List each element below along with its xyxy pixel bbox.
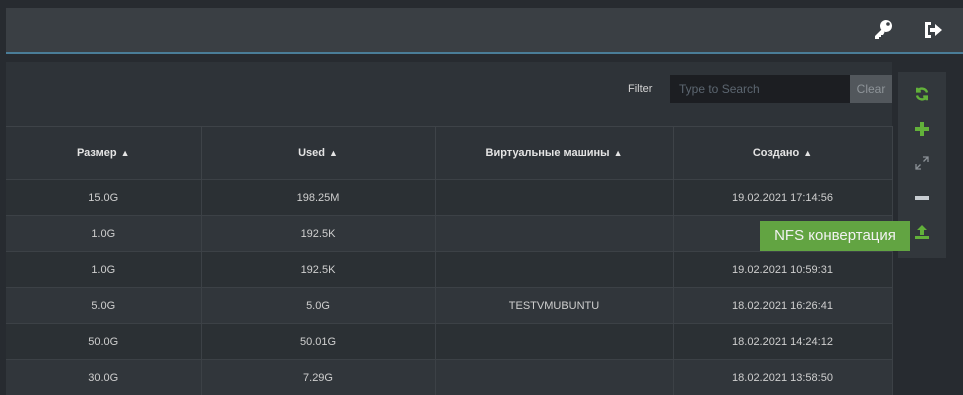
cell-size: 30.0G (6, 360, 201, 395)
column-header-used[interactable]: Used ▲︎ (201, 127, 435, 180)
cell-size: 50.0G (6, 324, 201, 360)
cell-vms (435, 324, 673, 360)
cell-created: 18.02.2021 13:58:50 (673, 360, 892, 395)
cell-used: 7.29G (201, 360, 435, 395)
search-input[interactable] (670, 75, 850, 103)
sort-icon: ▲︎ (329, 148, 338, 158)
cell-created: 18.02.2021 14:24:12 (673, 324, 892, 360)
cell-created: 19.02.2021 17:14:56 (673, 180, 892, 216)
table-row[interactable]: 15.0G 198.25M 19.02.2021 17:14:56 (6, 180, 892, 216)
table-row[interactable]: 1.0G 192.5K 19.02.2021 10:59:31 (6, 252, 892, 288)
sort-icon: ▲︎ (614, 148, 623, 158)
sort-icon: ▲︎ (803, 148, 812, 158)
storage-panel: Filter Clear Размер ▲︎ Used ▲︎ Виртуальные… (6, 62, 892, 376)
clear-button[interactable]: Clear (850, 75, 892, 103)
filter-label: Filter (628, 83, 652, 95)
column-header-label: Used (298, 147, 325, 159)
key-icon[interactable] (871, 18, 895, 42)
sort-icon: ▲︎ (121, 148, 130, 158)
cell-used: 50.01G (201, 324, 435, 360)
table-row[interactable]: 5.0G 5.0G TESTVMUBUNTU 18.02.2021 16:26:… (6, 288, 892, 324)
remove-button[interactable] (908, 186, 936, 214)
cell-used: 198.25M (201, 180, 435, 216)
plus-icon (915, 122, 929, 141)
resize-icon (915, 156, 929, 175)
resize-button[interactable] (908, 151, 936, 179)
tooltip: NFS конвертация (760, 221, 910, 251)
cell-vms (435, 252, 673, 288)
cell-vms (435, 216, 673, 252)
refresh-button[interactable] (908, 82, 936, 110)
cell-used: 5.0G (201, 288, 435, 324)
top-bar (6, 8, 963, 54)
column-header-label: Создано (753, 147, 799, 159)
column-header-created[interactable]: Создано ▲︎ (673, 127, 892, 180)
refresh-icon (914, 86, 930, 107)
cell-size: 1.0G (6, 252, 201, 288)
cell-used: 192.5K (201, 252, 435, 288)
table-row[interactable]: 30.0G 7.29G 18.02.2021 13:58:50 (6, 360, 892, 395)
upload-icon (915, 225, 929, 244)
column-header-label: Виртуальные машины (486, 147, 610, 159)
cell-vms (435, 360, 673, 395)
cell-created: 18.02.2021 16:26:41 (673, 288, 892, 324)
cell-size: 5.0G (6, 288, 201, 324)
table-row[interactable]: 50.0G 50.01G 18.02.2021 14:24:12 (6, 324, 892, 360)
logout-icon[interactable] (921, 18, 945, 42)
nfs-convert-button[interactable] (908, 220, 936, 248)
column-header-size[interactable]: Размер ▲︎ (6, 127, 201, 180)
table-header-row: Размер ▲︎ Used ▲︎ Виртуальные машины ▲︎ Соз… (6, 127, 892, 180)
add-button[interactable] (908, 117, 936, 145)
minus-icon (915, 191, 929, 210)
cell-created: 19.02.2021 10:59:31 (673, 252, 892, 288)
cell-used: 192.5K (201, 216, 435, 252)
cell-size: 15.0G (6, 180, 201, 216)
cell-vms: TESTVMUBUNTU (435, 288, 673, 324)
storage-table: Размер ▲︎ Used ▲︎ Виртуальные машины ▲︎ Соз… (6, 126, 893, 395)
cell-size: 1.0G (6, 216, 201, 252)
column-header-vms[interactable]: Виртуальные машины ▲︎ (435, 127, 673, 180)
column-header-label: Размер (77, 147, 117, 159)
cell-vms (435, 180, 673, 216)
